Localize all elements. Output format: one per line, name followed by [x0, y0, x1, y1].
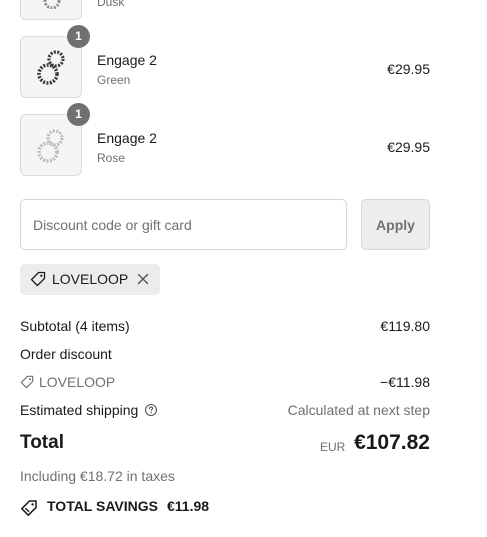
- tag-icon: [20, 375, 34, 389]
- discount-code-text: LOVELOOP: [39, 374, 116, 390]
- earring-image: [37, 129, 64, 163]
- taxes-note: Including €18.72 in taxes: [20, 468, 175, 484]
- info-icon[interactable]: [144, 403, 158, 417]
- product-thumbnail: [20, 0, 82, 20]
- shipping-label-text: Estimated shipping: [20, 402, 139, 418]
- applied-code: LOVELOOP: [52, 271, 129, 287]
- close-icon[interactable]: [137, 273, 149, 285]
- item-variant: Dusk: [97, 0, 125, 9]
- savings-tag-icon: [21, 500, 37, 516]
- earring-image: [43, 0, 61, 9]
- line-item-dusk: Dusk: [20, 0, 430, 22]
- order-discount-label: Order discount: [20, 346, 112, 362]
- discount-code-input[interactable]: [20, 199, 347, 250]
- earring-image: [37, 50, 65, 85]
- savings-value: €11.98: [167, 498, 210, 514]
- discount-value: −€11.98: [380, 374, 430, 390]
- quantity-badge: 1: [67, 25, 90, 48]
- total-label: Total: [20, 432, 64, 453]
- discount-code-label: LOVELOOP: [20, 374, 115, 390]
- apply-button[interactable]: Apply: [361, 199, 430, 250]
- item-price: €29.95: [387, 61, 430, 77]
- tag-icon: [30, 271, 46, 287]
- shipping-value: Calculated at next step: [287, 402, 430, 418]
- subtotal-label: Subtotal (4 items): [20, 318, 130, 334]
- item-variant: Green: [97, 73, 131, 87]
- item-variant: Rose: [97, 151, 126, 165]
- item-name: Engage 2: [97, 52, 157, 68]
- applied-discount-pill: LOVELOOP: [20, 264, 160, 295]
- quantity-badge: 1: [67, 103, 90, 126]
- subtotal-value: €119.80: [380, 318, 430, 334]
- total-currency: EUR: [320, 440, 346, 454]
- savings-label: TOTAL SAVINGS: [47, 498, 158, 514]
- shipping-label: Estimated shipping: [20, 402, 158, 418]
- item-price: €29.95: [387, 139, 430, 155]
- item-name: Engage 2: [97, 130, 157, 146]
- total-amount: €107.82: [354, 431, 430, 454]
- line-item-engage-green: 1 Engage 2 Green €29.95: [20, 25, 430, 100]
- line-item-engage-rose: 1 Engage 2 Rose €29.95: [20, 103, 430, 178]
